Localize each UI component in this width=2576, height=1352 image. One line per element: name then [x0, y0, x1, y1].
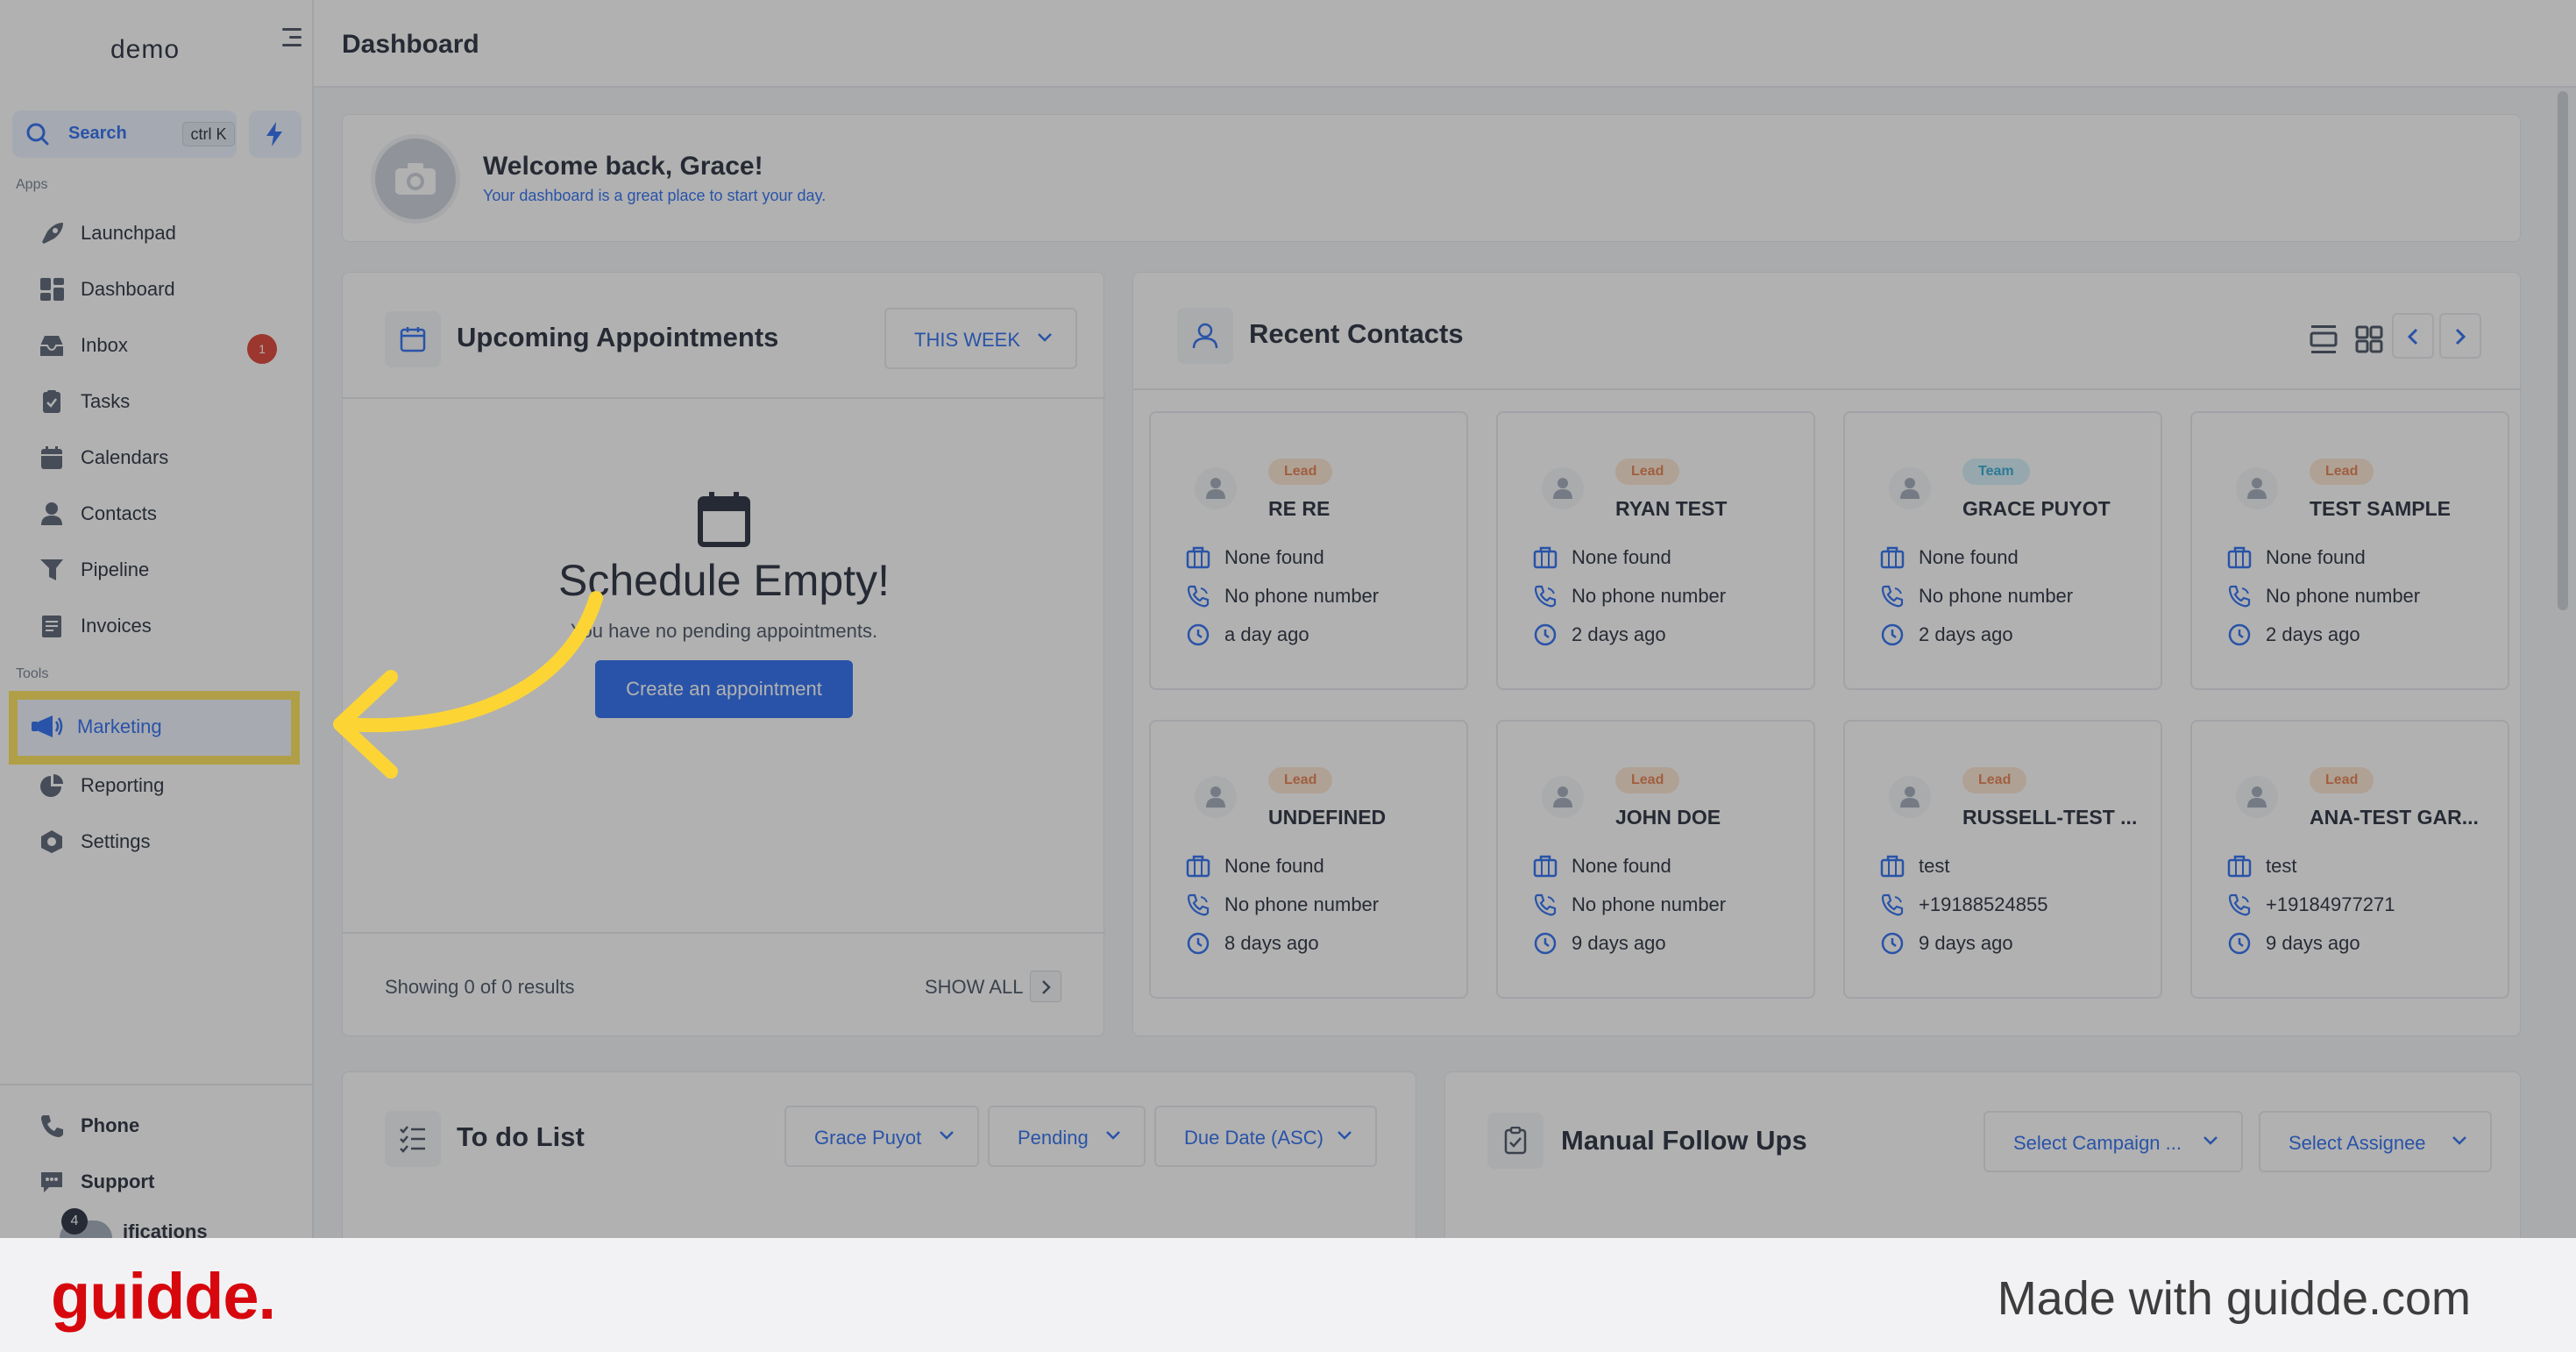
pointer-arrow-icon — [333, 591, 603, 779]
made-with-text: Made with guidde.com — [1997, 1272, 2471, 1325]
app-window: demo Search ctrl K Apps Launchpad Dashbo… — [0, 0, 2576, 1238]
guidde-logo: guidde. — [51, 1260, 276, 1333]
footer-bar: guidde. Made with guidde.com — [0, 1238, 2576, 1352]
